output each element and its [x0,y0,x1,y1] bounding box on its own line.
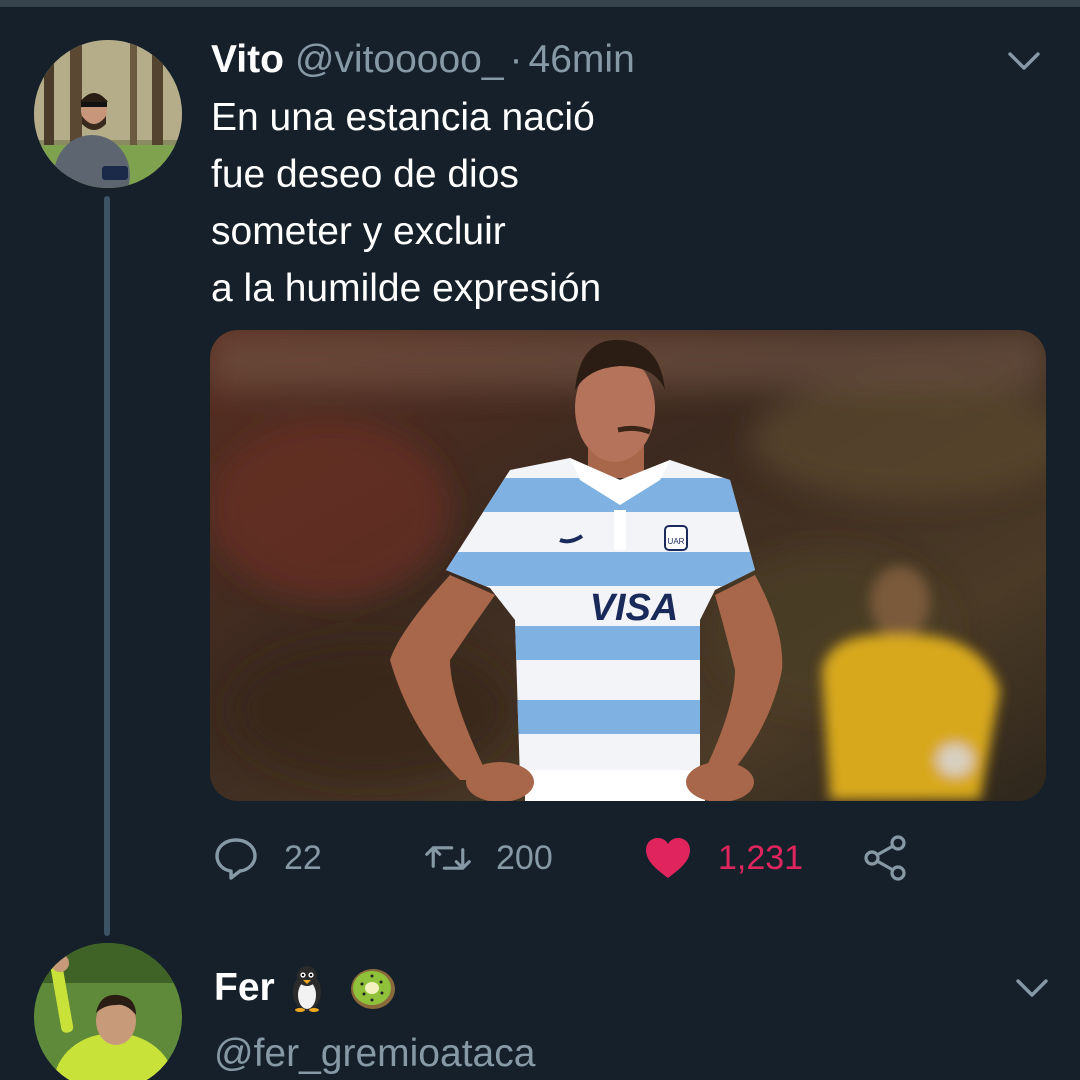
share-icon [862,834,910,882]
author-name[interactable]: Fer [214,966,275,1010]
author-handle[interactable]: @fer_gremioataca [214,1032,535,1076]
like-button[interactable]: 1,231 [644,828,803,888]
reply-icon [212,834,260,882]
separator: · [509,38,523,81]
avatar[interactable] [34,943,182,1080]
tweet-thread: Vito @vitooooo_ · 46min En una estancia na… [0,0,1080,1080]
reply-button[interactable]: 22 [212,828,322,888]
divider [0,0,1080,7]
tweet-photo[interactable]: VISA UAR [210,330,1046,801]
tweet-actions: 22 200 1,231 [210,828,1046,888]
tweet-text-line: a la humilde expresión [211,267,602,310]
author-name[interactable]: Vito [211,38,284,81]
author-handle[interactable]: @vitooooo_ [295,38,504,81]
kiwi-icon [349,964,395,1012]
share-button[interactable] [862,828,910,888]
chevron-down-icon[interactable] [1010,965,1054,1009]
timestamp[interactable]: 46min [529,38,635,81]
tweet-text-line: fue deseo de dios [211,153,519,196]
tweet-text-line: someter y excluir [211,210,506,253]
tweet-header: Vito @vitooooo_ · 46min [211,38,635,82]
chevron-down-icon[interactable] [1002,38,1046,82]
jersey-badge-text: UAR [668,537,685,546]
retweet-button[interactable]: 200 [424,828,553,888]
retweet-icon [424,834,472,882]
jersey-sponsor-text: VISA [590,587,679,629]
penguin-icon [287,964,327,1012]
retweet-count: 200 [496,838,553,877]
avatar[interactable] [34,40,182,188]
thread-line [104,196,110,936]
reply-header: Fer [214,962,395,1014]
reply-count: 22 [284,838,322,877]
like-count: 1,231 [718,838,804,877]
tweet-text: En una estancia nació fue deseo de dios … [211,89,1011,317]
heart-icon [644,834,692,882]
tweet-text-line: En una estancia nació [211,96,595,139]
